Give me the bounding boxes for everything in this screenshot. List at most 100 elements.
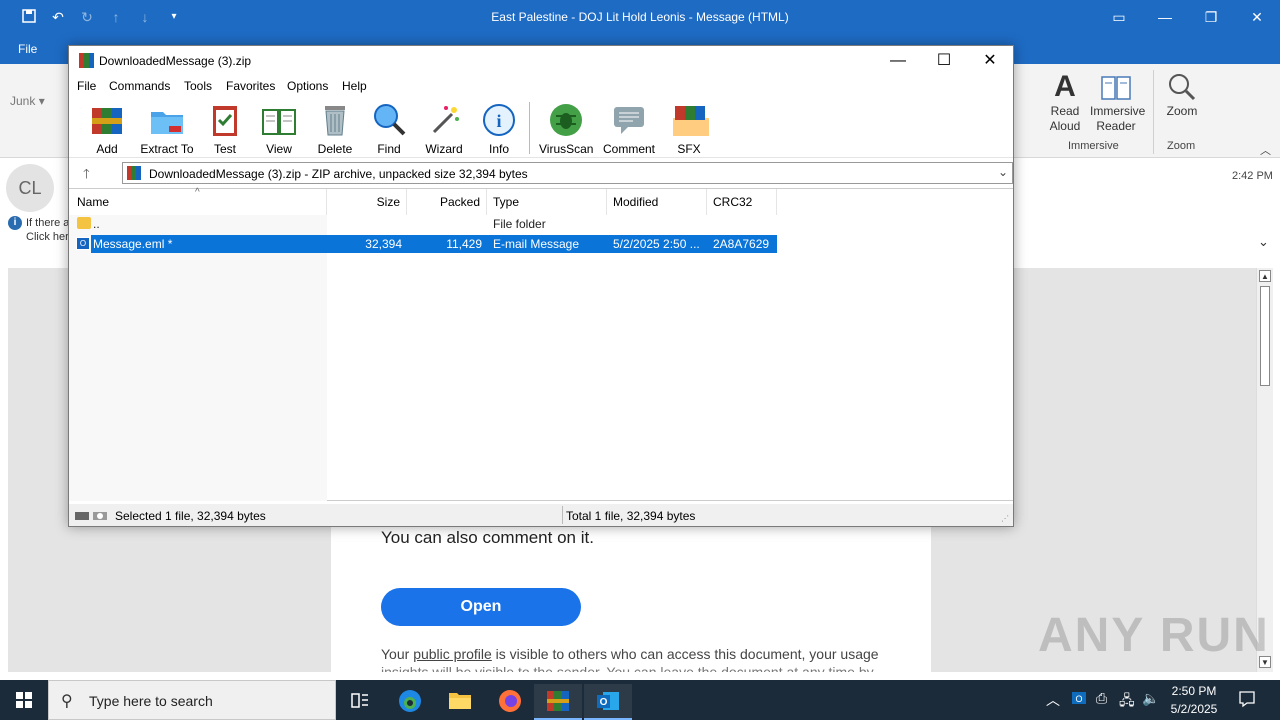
test-button[interactable]: Test [205,102,245,156]
table-row-name[interactable]: .. [93,215,100,233]
edge-taskbar-button[interactable] [386,684,434,720]
column-header-modified[interactable]: Modified [607,189,707,215]
find-magnifier-icon [371,102,407,138]
test-clipboard-icon [207,102,243,138]
privacy-text-line2: insights will be visible to the sender. … [381,664,874,672]
svg-text:O: O [1075,694,1082,704]
comment-label: Comment [602,142,655,156]
received-time: 2:42 PM [1232,170,1273,182]
scroll-up-arrow-icon[interactable]: ▲ [1259,270,1271,282]
notifications-icon[interactable] [1238,690,1256,711]
winrar-titlebar: DownloadedMessage (3).zip — ☐ ✕ [69,46,1013,76]
menu-file[interactable]: File [77,79,96,93]
path-dropdown[interactable]: DownloadedMessage (3).zip - ZIP archive,… [122,162,1013,184]
volume-icon[interactable]: 🔈 [1142,690,1159,707]
table-row-type: E-mail Message [493,237,580,251]
rar-maximize-button[interactable]: ☐ [921,46,967,76]
comment-icon [611,102,647,138]
archive-icon [127,166,141,180]
task-view-button[interactable] [336,684,384,720]
up-one-level-icon[interactable]: 🡑 [83,165,90,187]
maximize-button[interactable]: ❐ [1188,0,1234,34]
open-document-button[interactable]: Open [381,588,581,626]
sfx-button[interactable]: SFX [669,102,709,156]
ribbon-display-options-icon[interactable]: ▭ [1096,0,1142,34]
junk-button[interactable]: Junk ▾ [10,94,45,108]
menu-favorites[interactable]: Favorites [226,79,275,93]
sfx-label: SFX [677,142,701,156]
anyrun-watermark: ANY RUN [1038,609,1270,662]
menu-options[interactable]: Options [287,79,328,93]
menu-help[interactable]: Help [342,79,367,93]
read-aloud-icon: A [1054,70,1076,103]
rar-close-button[interactable]: ✕ [967,46,1013,76]
table-row-modified: 5/2/2025 2:50 ... [613,237,700,251]
read-aloud-label: Read Aloud [1049,104,1081,133]
svg-text:i: i [496,111,501,131]
comment-button[interactable]: Comment [601,102,657,156]
clock-time[interactable]: 2:50 PM [1168,684,1220,698]
sender-avatar: CL [6,164,54,212]
table-row-name[interactable]: Message.eml * [93,235,172,253]
outlook-icon: O [597,692,619,710]
zoom-label: Zoom [1166,104,1198,118]
outlook-tray-icon[interactable]: O [1071,690,1087,709]
privacy-text-post: is visible to others who can access this… [491,646,879,662]
collapse-ribbon-icon[interactable]: ︿ [1260,142,1271,158]
winrar-taskbar-button[interactable] [534,684,582,720]
virusscan-button[interactable]: VirusScan [539,102,593,156]
column-header-crc32[interactable]: CRC32 [707,189,777,215]
resize-grip-icon[interactable]: ⋰ [1001,514,1009,523]
read-aloud-button[interactable]: A Read Aloud [1040,70,1090,134]
menu-commands[interactable]: Commands [109,79,170,93]
file-explorer-button[interactable] [436,684,484,720]
immersive-reader-button[interactable]: Immersive Reader [1090,70,1146,134]
status-divider [562,506,563,524]
outlook-taskbar-button[interactable]: O [584,684,632,720]
column-header-type[interactable]: Type [487,189,607,215]
add-button[interactable]: Add [87,102,127,156]
minimize-button[interactable]: — [1142,0,1188,34]
network-icon[interactable]: 🖧 [1119,690,1135,714]
clock-date[interactable]: 5/2/2025 [1168,702,1220,716]
taskbar-search[interactable]: ⚲ Type here to search [48,680,336,720]
view-button[interactable]: View [257,102,301,156]
expand-header-chevron-icon[interactable]: ⌄ [1258,234,1269,250]
extract-to-button[interactable]: Extract To [137,102,197,156]
comment-text: You can also comment on it. [381,528,594,547]
scrollbar-thumb[interactable] [1260,286,1270,386]
folder-icon [77,217,91,229]
winrar-menubar: File Commands Tools Favorites Options He… [69,76,1013,98]
privacy-text: Your public profile is visible to others… [381,646,879,662]
start-button[interactable] [0,680,48,720]
info-bar-line2[interactable]: Click her [26,231,69,243]
menu-tools[interactable]: Tools [184,79,212,93]
find-button[interactable]: Find [369,102,409,156]
path-text: DownloadedMessage (3).zip - ZIP archive,… [149,167,528,181]
show-hidden-icons-chevron-icon[interactable]: ︿ [1046,690,1060,710]
tab-file[interactable]: File [18,42,37,56]
info-icon: i [8,216,22,230]
column-header-size[interactable]: Size [327,189,407,215]
info-button[interactable]: i Info [479,102,519,156]
svg-text:O: O [600,697,608,708]
column-header-packed[interactable]: Packed [407,189,487,215]
file-list[interactable]: Name ^ Size Packed Type Modified CRC32 ..… [69,187,1013,501]
table-row-type: File folder [493,217,546,231]
immersive-reader-label: Immersive Reader [1090,104,1146,133]
chevron-down-icon[interactable]: ⌄ [998,165,1008,179]
rar-minimize-button[interactable]: — [875,46,921,76]
sort-indicator-icon: ^ [195,187,200,198]
public-profile-link[interactable]: public profile [413,646,492,662]
close-button[interactable]: ✕ [1234,0,1280,34]
zoom-button[interactable]: Zoom [1160,70,1204,119]
firefox-button[interactable] [486,684,534,720]
column-header-name[interactable]: Name ^ [71,187,327,215]
sfx-box-icon [671,102,709,138]
extract-to-label: Extract To [140,142,194,156]
winrar-app-icon [79,53,94,68]
wizard-button[interactable]: Wizard [421,102,467,156]
immersive-reader-icon [1090,70,1142,104]
delete-button[interactable]: Delete [313,102,357,156]
meet-now-icon[interactable]: ⎙ [1096,690,1107,707]
